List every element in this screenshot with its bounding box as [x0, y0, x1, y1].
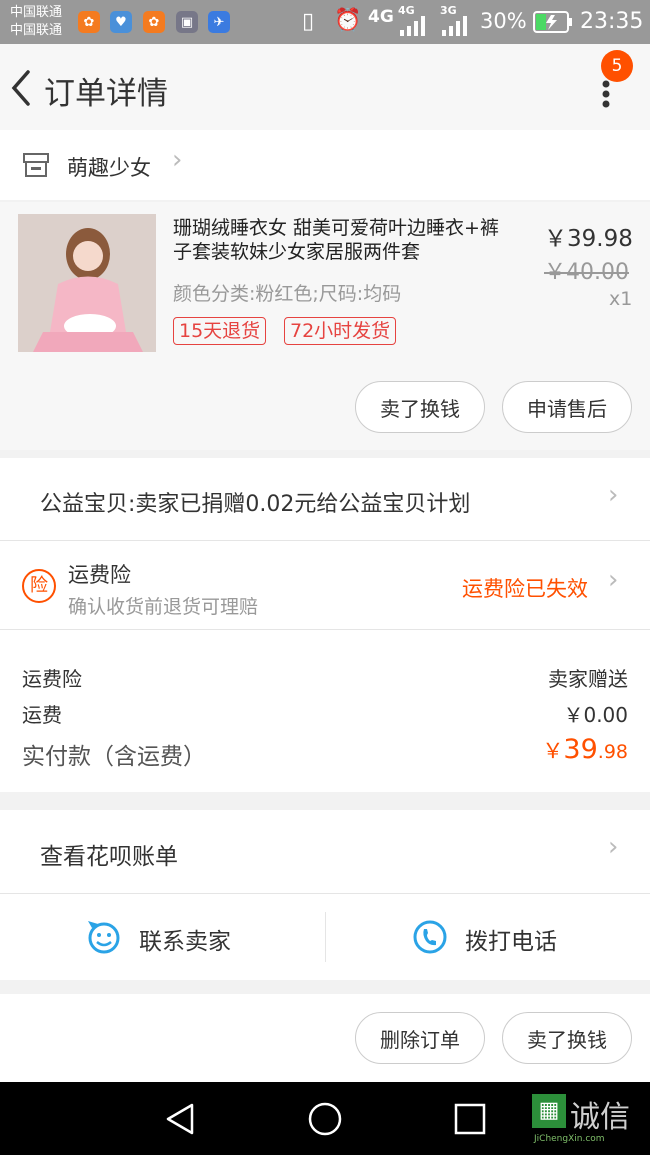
battery-percent: 30%	[480, 9, 527, 33]
product-image[interactable]	[18, 214, 156, 352]
shop-name: 萌趣少女	[67, 156, 151, 180]
chevron-right-icon: ›	[608, 832, 619, 862]
watermark-logo-icon: ▦	[532, 1094, 566, 1128]
uc-browser-icon: ✿	[78, 11, 100, 33]
chevron-right-icon: ›	[608, 565, 619, 595]
paid-decimal: .98	[597, 741, 628, 763]
paid-integer: 39	[563, 734, 598, 765]
product-spec: 颜色分类:粉红色;尺码:均码	[173, 283, 402, 305]
page-title: 订单详情	[44, 76, 168, 112]
clock: 23:35	[580, 9, 644, 34]
contact-seller-label: 联系卖家	[139, 929, 231, 955]
chevron-right-icon: ›	[608, 480, 619, 510]
huabei-bill-row[interactable]: 查看花呗账单 ›	[0, 810, 650, 894]
shop-row[interactable]: 萌趣少女 ›	[0, 130, 650, 200]
charity-row[interactable]: 公益宝贝:卖家已捐赠0.02元给公益宝贝计划 ›	[0, 458, 650, 541]
request-after-sales-button[interactable]: 申请售后	[502, 381, 632, 433]
phone-icon	[412, 919, 448, 959]
back-icon[interactable]	[6, 66, 36, 110]
product-title[interactable]: 珊瑚绒睡衣女 甜美可爱荷叶边睡衣+裤子套装软妹少女家居服两件套	[173, 216, 513, 264]
health-app-icon: ♥	[110, 11, 132, 33]
bird-app-icon: ✈	[208, 11, 230, 33]
call-phone-button[interactable]: 拨打电话	[326, 894, 650, 980]
insurance-icon: 险	[22, 569, 56, 603]
summary-value: 卖家赠送	[548, 667, 628, 691]
charity-text: 公益宝贝:卖家已捐赠0.02元给公益宝贝计划	[40, 492, 471, 517]
shipping-insurance-row[interactable]: 险 运费险 确认收货前退货可理赔 运费险已失效 ›	[0, 541, 650, 630]
gallery-icon: ▣	[176, 11, 198, 33]
shop-icon	[22, 152, 50, 182]
contact-seller-button[interactable]: 联系卖家	[0, 894, 325, 980]
summary-value: ￥0.00	[563, 703, 628, 727]
call-phone-label: 拨打电话	[465, 929, 557, 955]
paid-currency: ￥	[542, 739, 564, 763]
battery-charging-icon	[533, 11, 573, 37]
summary-label: 运费	[22, 703, 62, 727]
insurance-subtitle: 确认收货前退货可理赔	[68, 596, 259, 618]
nav-home-icon[interactable]	[307, 1101, 343, 1141]
return-policy-tag: 15天退货	[173, 317, 267, 345]
huabei-bill-text: 查看花呗账单	[40, 844, 178, 870]
sell-for-cash-button[interactable]: 卖了换钱	[502, 1012, 632, 1064]
watermark-logo: ▦ 诚信 JiChengXin.com	[532, 1092, 642, 1150]
product-quantity: x1	[609, 288, 633, 310]
notification-badge: 5	[601, 50, 633, 82]
sell-for-cash-button[interactable]: 卖了换钱	[355, 381, 485, 433]
top-app-bar: 订单详情 5	[0, 44, 650, 130]
chevron-right-icon: ›	[172, 145, 183, 175]
payment-summary: 运费险 卖家赠送 运费 ￥0.00 实付款（含运费） ￥39.98	[0, 630, 650, 792]
bottom-action-bar: 删除订单 卖了换钱	[0, 994, 650, 1082]
carrier-2: 中国联通	[10, 23, 63, 38]
delete-order-button[interactable]: 删除订单	[355, 1012, 485, 1064]
paid-amount-label: 实付款（含运费）	[22, 744, 206, 770]
product-original-price: ￥40.00	[544, 260, 629, 285]
insurance-status: 运费险已失效	[462, 577, 588, 601]
insurance-title: 运费险	[68, 563, 131, 587]
product-section: 珊瑚绒睡衣女 甜美可爱荷叶边睡衣+裤子套装软妹少女家居服两件套 颜色分类:粉红色…	[0, 202, 650, 450]
status-bar: 中国联通 中国联通 ✿ ♥ ✿ ▣ ✈ ▯ ⏰ 4G 4G 3G 30% 23:…	[0, 0, 650, 44]
chat-icon	[86, 919, 122, 959]
uc-browser-icon: ✿	[143, 11, 165, 33]
signal-2-icon	[442, 16, 470, 40]
summary-label: 运费险	[22, 667, 82, 691]
paid-amount: ￥39.98	[542, 734, 628, 765]
nav-recents-icon[interactable]	[454, 1103, 486, 1139]
signal-1-icon	[400, 16, 428, 40]
shipping-policy-tag: 72小时发货	[284, 317, 397, 345]
watermark-subtext: JiChengXin.com	[534, 1134, 605, 1144]
contact-row: 联系卖家 拨打电话	[0, 894, 650, 980]
product-price: ￥39.98	[544, 226, 633, 252]
system-navigation-bar: ▦ 诚信 JiChengXin.com	[0, 1082, 650, 1155]
watermark-text: 诚信	[570, 1100, 630, 1135]
alarm-icon: ⏰	[334, 8, 362, 33]
vibrate-icon: ▯	[302, 9, 315, 34]
nav-back-icon[interactable]	[164, 1102, 198, 1140]
network-4g-label: 4G	[368, 7, 394, 27]
carrier-1: 中国联通	[10, 5, 63, 20]
